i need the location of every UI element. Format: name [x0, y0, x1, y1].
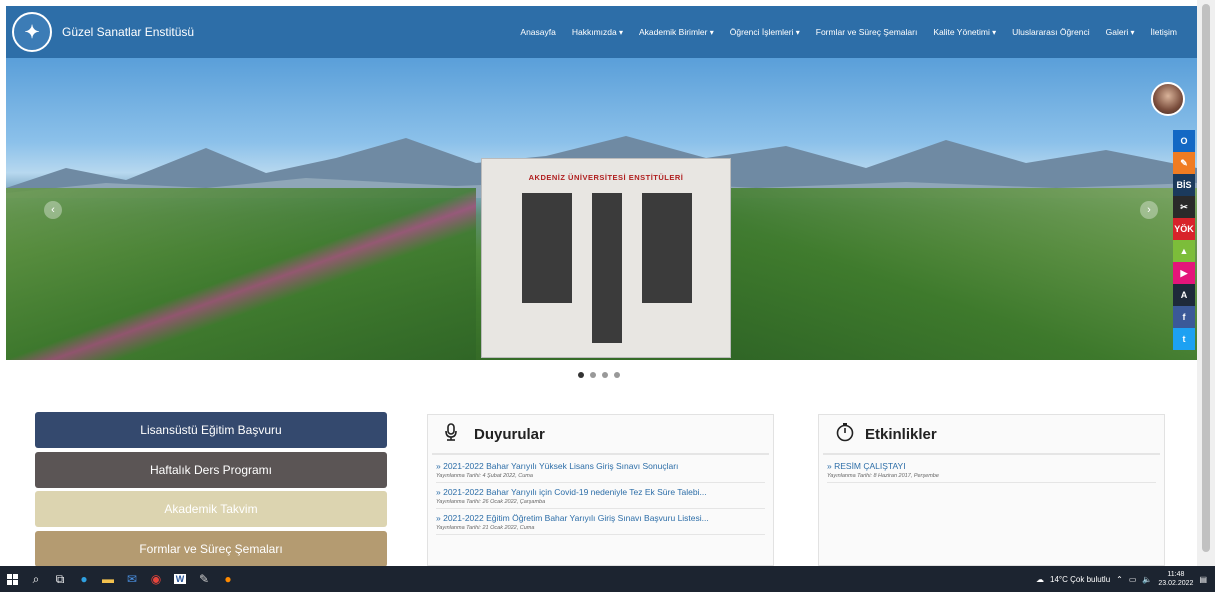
- video-icon[interactable]: ▶: [1173, 262, 1195, 284]
- nav-item-5[interactable]: Kalite Yönetimi: [925, 27, 1004, 37]
- events-header: Etkinlikler: [823, 415, 1160, 455]
- list-item-title[interactable]: » 2021-2022 Bahar Yarıyılı Yüksek Lisans…: [436, 461, 765, 471]
- quick-button-0[interactable]: Lisansüstü Eğitim Başvuru: [35, 412, 387, 448]
- campus-trees: [731, 188, 1197, 360]
- slider-prev-arrow[interactable]: ‹: [44, 201, 62, 219]
- announcements-panel: Duyurular » 2021-2022 Bahar Yarıyılı Yük…: [427, 414, 774, 566]
- events-panel: Etkinlikler » RESİM ÇALIŞTAYI Yayınlanma …: [818, 414, 1165, 566]
- slider-dot[interactable]: [578, 372, 584, 378]
- slider-next-arrow[interactable]: ›: [1140, 201, 1158, 219]
- quick-button-3[interactable]: Formlar ve Süreç Şemaları: [35, 531, 387, 566]
- android-icon[interactable]: ▲: [1173, 240, 1195, 262]
- cloud-icon: ☁: [1036, 574, 1045, 584]
- paint-icon[interactable]: ✎: [192, 566, 216, 592]
- list-item-date: Yayınlanma Tarihi: 26 Ocak 2022, Çarşamb…: [436, 499, 546, 505]
- list-item[interactable]: » RESİM ÇALIŞTAYI Yayınlanma Tarihi: 8 Ha…: [827, 457, 1156, 483]
- announcements-header: Duyurular: [432, 415, 769, 455]
- clock-date: 23.02.2022: [1158, 580, 1194, 587]
- volume-icon[interactable]: 🔈: [1142, 575, 1152, 584]
- social-sidebar: O ✎ BİS ✂ YÖK ▲ ▶ Af t: [1173, 130, 1195, 350]
- clock[interactable]: 11:48 23.02.2022: [1158, 570, 1193, 588]
- scrollbar-thumb[interactable]: [1202, 4, 1210, 552]
- search-icon[interactable]: ⌕: [24, 566, 48, 592]
- slider-dots: [578, 372, 620, 378]
- ataturk-portrait[interactable]: [1151, 82, 1185, 116]
- list-item-date: Yayınlanma Tarihi: 21 Ocak 2022, Cuma: [436, 525, 535, 531]
- brand-title[interactable]: Güzel Sanatlar Enstitüsü: [62, 25, 194, 39]
- pencil-icon[interactable]: ✎: [1173, 152, 1195, 174]
- quick-button-1[interactable]: Haftalık Ders Programı: [35, 452, 387, 488]
- events-title: Etkinlikler: [865, 425, 937, 443]
- bis-icon[interactable]: BİS: [1173, 174, 1195, 196]
- nav-item-4[interactable]: Formlar ve Süreç Şemaları: [808, 27, 926, 37]
- weather-text[interactable]: 14°C Çok bulutlu: [1050, 575, 1110, 584]
- slider-dot[interactable]: [602, 372, 608, 378]
- building-window: [592, 193, 622, 343]
- building-window: [642, 193, 692, 303]
- institute-building: AKDENİZ ÜNİVERSİTESİ ENSTİTÜLERİ: [481, 158, 731, 358]
- list-item-date: Yayınlanma Tarihi: 4 Şubat 2022, Cuma: [436, 473, 533, 479]
- edge-icon[interactable]: ●: [72, 566, 96, 592]
- yok-bis-icon[interactable]: YÖK: [1173, 218, 1195, 240]
- slider-dot[interactable]: [614, 372, 620, 378]
- list-item[interactable]: » 2021-2022 Bahar Yarıyılı için Covid-19…: [436, 483, 765, 509]
- nav-item-7[interactable]: Galeri: [1098, 27, 1143, 37]
- campus-greenery: [6, 188, 476, 360]
- notification-icon[interactable]: ▤: [1199, 575, 1207, 584]
- task-view-icon[interactable]: ⧉: [48, 566, 72, 592]
- chrome-icon[interactable]: ◉: [144, 566, 168, 592]
- quick-button-2[interactable]: Akademik Takvim: [35, 491, 387, 527]
- nav-item-6[interactable]: Uluslararası Öğrenci: [1004, 27, 1097, 37]
- stopwatch-icon: [835, 422, 855, 447]
- events-list: » RESİM ÇALIŞTAYI Yayınlanma Tarihi: 8 Ha…: [827, 457, 1156, 483]
- building-window: [522, 193, 572, 303]
- page-scrollbar[interactable]: [1197, 0, 1215, 566]
- announcements-list: » 2021-2022 Bahar Yarıyılı Yüksek Lisans…: [436, 457, 765, 535]
- facebook-icon[interactable]: f: [1173, 306, 1195, 328]
- network-icon[interactable]: ▭: [1129, 575, 1137, 584]
- microphone-icon: [444, 422, 464, 446]
- list-item-title[interactable]: » 2021-2022 Bahar Yarıyılı için Covid-19…: [436, 487, 765, 497]
- akdeniz-icon[interactable]: A: [1173, 284, 1195, 306]
- list-item-title[interactable]: » 2021-2022 Eğitim Öğretim Bahar Yarıyıl…: [436, 513, 765, 523]
- nav-item-0[interactable]: Anasayfa: [512, 27, 563, 37]
- tray-chevron-icon[interactable]: ⌃: [1116, 575, 1123, 584]
- twitter-icon[interactable]: t: [1173, 328, 1195, 350]
- hero-slider: AKDENİZ ÜNİVERSİTESİ ENSTİTÜLERİ ‹ ›: [6, 58, 1197, 360]
- tools-icon[interactable]: ✂: [1173, 196, 1195, 218]
- top-navbar: ✦ Güzel Sanatlar Enstitüsü Anasayfa Hakkı…: [6, 6, 1197, 58]
- university-logo[interactable]: ✦: [12, 12, 52, 52]
- nav-item-2[interactable]: Akademik Birimler: [631, 27, 722, 37]
- windows-start-icon[interactable]: [0, 566, 24, 592]
- main-nav: AnasayfaHakkımızdaAkademik BirimlerÖğren…: [512, 6, 1185, 58]
- system-tray: ☁ 14°C Çok bulutlu ⌃ ▭ 🔈 11:48 23.02.202…: [1036, 566, 1207, 592]
- nav-item-3[interactable]: Öğrenci İşlemleri: [722, 27, 808, 37]
- announcements-title: Duyurular: [474, 425, 545, 443]
- building-sign: AKDENİZ ÜNİVERSİTESİ ENSTİTÜLERİ: [528, 173, 684, 182]
- windows-taskbar: ⌕ ⧉ ● ▬ ✉ ◉ W ✎ ● ☁ 14°C Çok bulutlu ⌃ ▭…: [0, 566, 1215, 592]
- outlook-icon[interactable]: O: [1173, 130, 1195, 152]
- nav-item-8[interactable]: İletişim: [1143, 27, 1185, 37]
- list-item-title[interactable]: » RESİM ÇALIŞTAYI: [827, 461, 1156, 471]
- word-icon[interactable]: W: [168, 566, 192, 592]
- list-item[interactable]: » 2021-2022 Eğitim Öğretim Bahar Yarıyıl…: [436, 509, 765, 535]
- list-item-date: Yayınlanma Tarihi: 8 Haziran 2017, Perşe…: [827, 473, 939, 479]
- list-item[interactable]: » 2021-2022 Bahar Yarıyılı Yüksek Lisans…: [436, 457, 765, 483]
- browser-viewport: ✦ Güzel Sanatlar Enstitüsü Anasayfa Hakkı…: [0, 0, 1215, 566]
- nav-item-1[interactable]: Hakkımızda: [564, 27, 631, 37]
- file-explorer-icon[interactable]: ▬: [96, 566, 120, 592]
- firefox-icon[interactable]: ●: [216, 566, 240, 592]
- mail-icon[interactable]: ✉: [120, 566, 144, 592]
- slider-dot[interactable]: [590, 372, 596, 378]
- clock-time: 11:48: [1167, 571, 1185, 578]
